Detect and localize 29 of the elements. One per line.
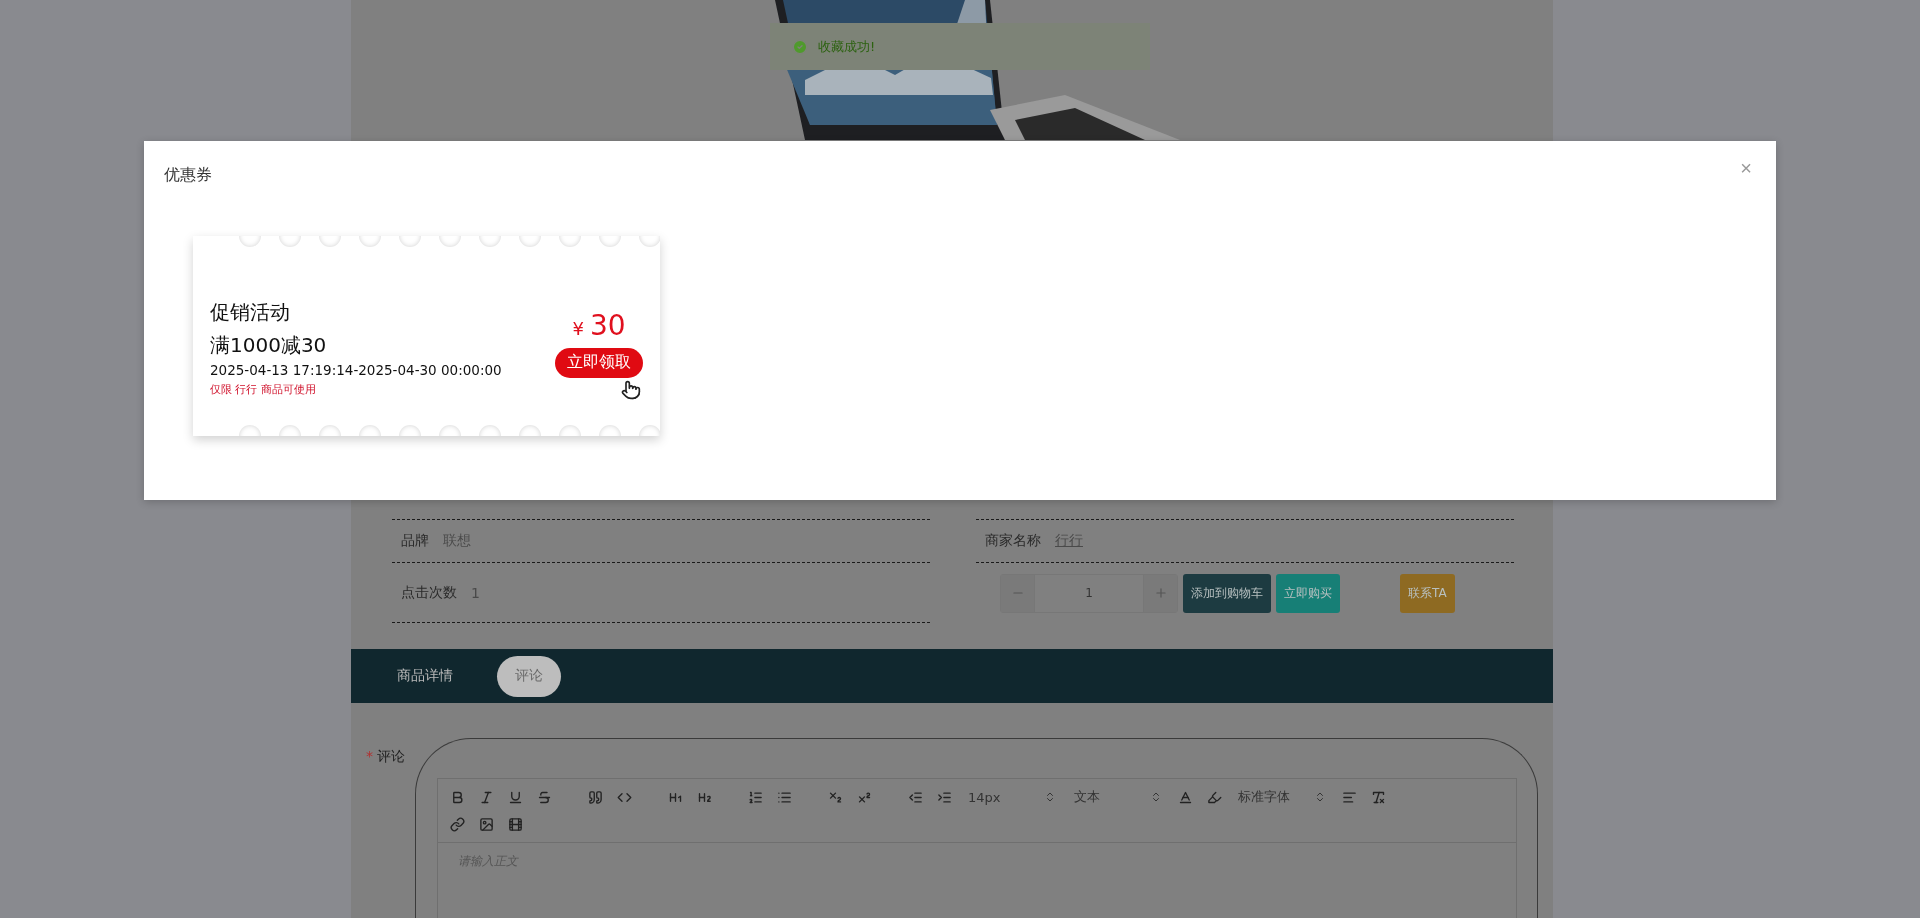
close-button[interactable]: ×: [1736, 157, 1756, 180]
quantity-stepper[interactable]: 1: [1000, 573, 1178, 613]
link-icon[interactable]: [448, 814, 467, 834]
coupon-name: 促销活动: [210, 298, 291, 326]
format-select[interactable]: 14px: [968, 789, 1056, 805]
toast-message: 收藏成功!: [818, 37, 876, 56]
claim-button[interactable]: 立即领取: [555, 347, 643, 378]
tab[interactable]: 商品详情: [379, 655, 471, 697]
coupon-scope: 仅限 行行 商品可使用: [210, 381, 317, 397]
format-select[interactable]: 标准字体: [1238, 788, 1326, 806]
up-down-caret-icon: [1314, 791, 1326, 803]
field-label: 品牌: [401, 532, 429, 550]
field-label: * 评论: [366, 748, 405, 766]
hand-cursor-icon: [621, 379, 641, 400]
coupon-rule: 满1000减30: [210, 331, 328, 359]
tab[interactable]: 评论: [497, 655, 561, 697]
action-button[interactable]: 联系TA: [1400, 573, 1455, 613]
up-down-caret-icon: [1044, 791, 1056, 803]
format-select[interactable]: 文本: [1074, 788, 1162, 806]
action-button[interactable]: 立即购买: [1276, 573, 1340, 613]
field-label: 商家名称: [985, 532, 1041, 550]
coupon-period: 2025-04-13 17:19:14-2025-04-30 00:00:00: [210, 361, 502, 378]
up-down-caret-icon: [1150, 791, 1162, 803]
field-label: 点击次数: [401, 583, 457, 602]
check-icon: [792, 38, 808, 55]
dialog-title: 优惠券: [164, 165, 212, 186]
coupon-amount: ¥ 30: [572, 308, 626, 342]
action-button[interactable]: 添加到购物车: [1183, 573, 1271, 613]
plus-icon: [1153, 586, 1168, 600]
